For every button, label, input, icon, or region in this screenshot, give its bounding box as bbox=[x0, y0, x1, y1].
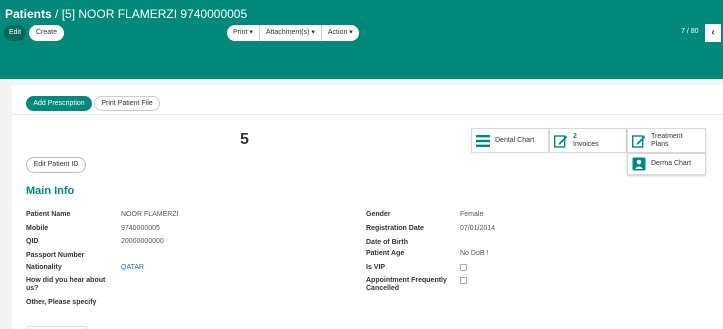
treatment-plans-button[interactable]: Treatment Plans bbox=[627, 128, 706, 153]
invoices-button[interactable]: 2 Invoices bbox=[549, 128, 627, 153]
treatment-plans-label: Treatment Plans bbox=[651, 132, 683, 148]
print-dropdown[interactable]: Print ▾ bbox=[227, 25, 260, 41]
registration-date-value: 07/01/2014 bbox=[460, 225, 496, 232]
form-sheet: Add Prescription Print Patient File 5 Ed… bbox=[12, 85, 723, 329]
derma-chart-label: Derma Chart bbox=[651, 160, 692, 167]
edit-patient-id-button[interactable]: Edit Patient ID bbox=[26, 157, 86, 173]
print-patient-file-button[interactable]: Print Patient File bbox=[94, 96, 160, 111]
gender-label: Gender bbox=[366, 211, 391, 218]
breadcrumb-separator: / bbox=[55, 7, 59, 21]
edit-icon bbox=[554, 134, 568, 148]
list-icon bbox=[476, 134, 490, 147]
dental-chart-label: Dental Chart bbox=[495, 136, 535, 144]
other-specify-label: Other, Please specify bbox=[26, 299, 97, 306]
chevron-left-icon: ‹ bbox=[711, 27, 715, 38]
patient-age-label: Patient Age bbox=[366, 250, 405, 257]
sheet-header: Add Prescription Print Patient File bbox=[12, 85, 723, 115]
patient-name-label: Patient Name bbox=[26, 211, 71, 218]
sidebar-actions-group: Print ▾ Attachment(s) ▾ Action ▾ bbox=[227, 25, 359, 41]
appointment-frequently-cancelled-label: Appointment Frequently Cancelled bbox=[366, 277, 447, 292]
mobile-label: Mobile bbox=[26, 225, 49, 232]
patient-age-value: No DoB ! bbox=[460, 250, 489, 257]
passport-number-label: Passport Number bbox=[26, 252, 85, 259]
record-number: 5 bbox=[240, 131, 249, 148]
mobile-value: 9740000005 bbox=[121, 225, 160, 232]
appointment-cancelled-checkbox[interactable] bbox=[460, 277, 467, 284]
invoices-count: 2 bbox=[573, 132, 577, 140]
breadcrumb-patients-link[interactable]: Patients bbox=[5, 7, 52, 21]
how-did-you-hear-label: How did you hear about us? bbox=[26, 277, 106, 292]
is-vip-label: Is VIP bbox=[366, 264, 386, 271]
action-dropdown[interactable]: Action ▾ bbox=[322, 25, 359, 41]
gender-value: Female bbox=[460, 211, 484, 218]
attachments-dropdown[interactable]: Attachment(s) ▾ bbox=[260, 25, 322, 41]
derma-chart-button[interactable]: Derma Chart bbox=[627, 153, 706, 175]
nationality-link[interactable]: QATAR bbox=[121, 264, 144, 272]
main-info-title: Main Info bbox=[26, 185, 75, 197]
breadcrumb-current-record: [5] NOOR FLAMERZI 9740000005 bbox=[61, 7, 248, 21]
patient-name-value: NOOR FLAMERZI bbox=[121, 211, 179, 218]
add-prescription-button[interactable]: Add Prescription bbox=[26, 96, 92, 111]
person-icon bbox=[632, 157, 646, 171]
date-of-birth-label: Date of Birth bbox=[366, 239, 408, 246]
registration-date-label: Registration Date bbox=[366, 225, 424, 232]
control-panel: Patients / [5] NOOR FLAMERZI 9740000005 … bbox=[0, 0, 723, 79]
is-vip-checkbox[interactable] bbox=[460, 264, 467, 271]
invoices-label: Invoices bbox=[573, 140, 599, 148]
invoices-label-group: 2 Invoices bbox=[573, 133, 599, 149]
edit-icon bbox=[632, 134, 646, 148]
qid-value: 20000000000 bbox=[121, 238, 164, 245]
nationality-label: Nationality bbox=[26, 264, 62, 271]
qid-label: QID bbox=[26, 238, 39, 245]
breadcrumb: Patients / [5] NOOR FLAMERZI 9740000005 bbox=[5, 7, 247, 21]
pager-value[interactable]: 7 / 80 bbox=[681, 28, 699, 35]
pager-previous-button[interactable]: ‹ bbox=[705, 24, 721, 42]
dental-chart-button[interactable]: Dental Chart bbox=[471, 128, 549, 153]
edit-button[interactable]: Edit bbox=[4, 25, 26, 41]
create-button[interactable]: Create bbox=[29, 25, 64, 41]
